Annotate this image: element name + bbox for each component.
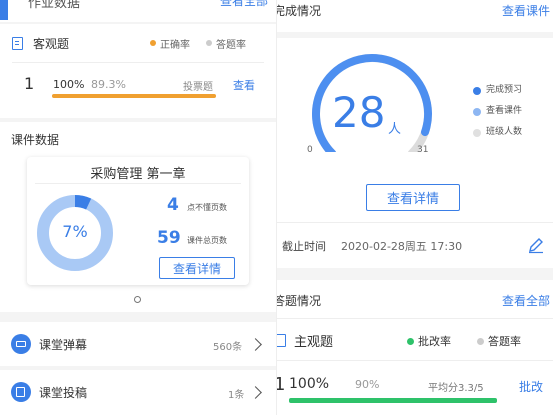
objective-progress-fill	[52, 94, 216, 98]
courseware-detail-label: 查看详情	[172, 262, 221, 276]
legend-preview: 完成预习	[486, 85, 523, 95]
danmu-count: 560条	[213, 342, 243, 353]
objective-card: 客观题 正确率 答题率 1 100% 89.3% 投票题 查看	[0, 24, 276, 118]
view-all-link[interactable]: 查看全部	[502, 292, 550, 309]
row-index: 1	[24, 74, 35, 93]
answers-card: 答题情况 查看全部 主观题 批改率 答题率 1 100% 90% 平均分3.3/…	[277, 280, 553, 415]
completion-title: 完成情况	[277, 4, 322, 18]
grade-legend: 批改率	[418, 335, 451, 348]
subj-row-rate: 90%	[355, 378, 380, 391]
legend-dot-courseware	[473, 107, 481, 116]
completion-legend: 完成预习 查看课件 班级人数	[473, 80, 522, 143]
completion-detail-button[interactable]: 查看详情	[366, 184, 460, 211]
row-rate: 89.3%	[91, 78, 126, 91]
gauge-min: 0	[307, 145, 313, 155]
answer-legend: 答题率	[216, 39, 246, 51]
tougao-row[interactable]: 课堂投稿 1条	[0, 370, 276, 415]
objective-progress-track	[52, 94, 216, 98]
stat-value-total-pages: 59	[157, 228, 181, 248]
subj-row-avg: 平均分3.3/5	[428, 383, 484, 394]
correct-legend: 正确率	[160, 39, 190, 51]
completion-value: 28	[332, 88, 386, 137]
homework-header-partial: 作业数据 查看全部	[0, 0, 276, 22]
subjective-title: 主观题	[294, 334, 334, 350]
tougao-icon	[11, 382, 31, 402]
subjective-progress-track	[289, 398, 497, 403]
stat-value-not-understood: 4	[167, 195, 179, 215]
courseware-section: 课件数据 采购管理 第一章 7% 4 点不懂页数 59 课件总页数 查看详情	[0, 122, 276, 312]
right-panel: 完成情况 查看课件 28 人 0 31 完成预习 查看课件 班级人数 查看详情 …	[277, 0, 553, 415]
answer-legend: 答题率	[488, 335, 521, 348]
homework-title: 作业数据	[28, 0, 81, 11]
danmu-label: 课堂弹幕	[39, 338, 88, 352]
pager-dot[interactable]	[134, 296, 141, 303]
completion-card: 完成情况 查看课件 28 人 0 31 完成预习 查看课件 班级人数 查看详情 …	[277, 0, 553, 268]
legend-class: 班级人数	[486, 127, 523, 137]
blue-accent	[0, 0, 8, 20]
row-percent: 100%	[53, 78, 85, 91]
answer-legend-dot	[206, 40, 212, 46]
subj-row-percent: 100%	[289, 376, 330, 392]
chevron-right-icon	[249, 386, 262, 399]
grade-link[interactable]: 批改	[519, 378, 543, 395]
legend-dot-preview	[473, 86, 481, 95]
row-type: 投票题	[183, 82, 213, 93]
chevron-right-icon	[249, 338, 262, 351]
courseware-section-title: 课件数据	[11, 133, 60, 147]
donut-label: 7%	[62, 222, 88, 241]
danmu-icon	[11, 334, 31, 354]
stat-label-total-pages: 课件总页数	[187, 236, 227, 245]
grade-legend-dot	[407, 337, 414, 345]
row-view-link[interactable]: 查看	[233, 77, 255, 93]
courseware-card[interactable]: 采购管理 第一章 7% 4 点不懂页数 59 课件总页数 查看详情	[27, 157, 249, 285]
subjective-progress-fill	[289, 398, 497, 403]
danmu-row[interactable]: 课堂弹幕 560条	[0, 322, 276, 366]
tougao-label: 课堂投稿	[39, 386, 88, 400]
view-courseware-link[interactable]: 查看课件	[502, 2, 550, 19]
deadline-label: 截止时间	[282, 240, 326, 253]
completion-detail-label: 查看详情	[386, 192, 439, 207]
courseware-card-title: 采购管理 第一章	[90, 167, 186, 182]
gauge-max: 31	[417, 145, 429, 155]
tougao-count: 1条	[228, 390, 245, 401]
edit-icon[interactable]	[527, 236, 545, 254]
left-panel: 作业数据 查看全部 客观题 正确率 答题率 1 100% 89.3% 投票题 查…	[0, 0, 276, 415]
legend-dot-class	[473, 128, 481, 137]
subj-row-index: 1	[277, 374, 286, 395]
deadline-value: 2020-02-28周五 17:30	[341, 240, 463, 253]
document-icon	[277, 333, 286, 347]
answers-title: 答题情况	[277, 294, 322, 308]
legend-courseware: 查看课件	[486, 106, 523, 116]
completion-unit: 人	[388, 122, 402, 137]
objective-title: 客观题	[33, 36, 70, 51]
stat-label-not-understood: 点不懂页数	[187, 203, 227, 212]
courseware-detail-button[interactable]: 查看详情	[159, 257, 235, 279]
homework-all-link[interactable]: 查看全部	[220, 0, 268, 9]
document-icon	[12, 36, 23, 50]
correct-legend-dot	[150, 40, 156, 46]
answer-legend-dot	[477, 337, 484, 345]
